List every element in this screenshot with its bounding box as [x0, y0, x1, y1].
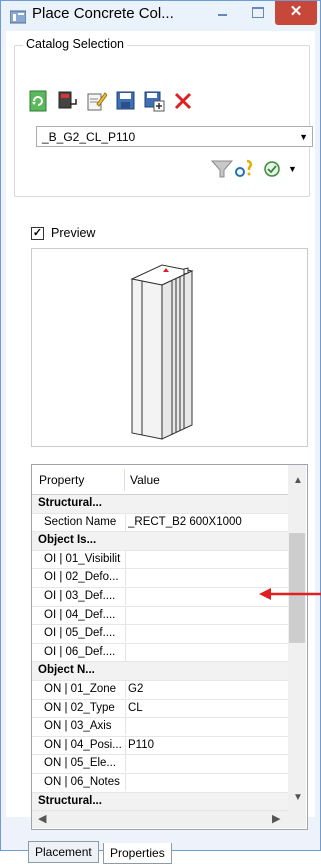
app-icon: [10, 10, 26, 24]
grid-category-row[interactable]: Structural...: [32, 495, 288, 514]
grid-category-row[interactable]: Object Is...: [32, 532, 288, 551]
close-button[interactable]: ✕: [275, 1, 317, 25]
row-property-value[interactable]: _RECT_B2 600X1000: [128, 516, 286, 528]
row-divider: [125, 587, 126, 605]
save-as-icon[interactable]: [143, 90, 165, 112]
scroll-right-icon[interactable]: ▶: [272, 812, 280, 825]
row-property-value[interactable]: G2: [128, 683, 286, 695]
row-property-name: OI | 04_Def....: [44, 608, 116, 621]
minimize-button[interactable]: [208, 1, 238, 23]
header-property[interactable]: Property: [39, 473, 84, 487]
row-divider: [125, 736, 126, 754]
grid-property-row[interactable]: OI | 05_Def....: [32, 625, 288, 644]
row-divider: [125, 513, 126, 531]
scroll-up-icon[interactable]: ▲: [293, 475, 303, 486]
grid-category-row[interactable]: Object N...: [32, 662, 288, 681]
row-property-name: ON | 04_Posi...: [44, 738, 122, 751]
row-divider: [125, 755, 126, 773]
grid-category-row[interactable]: Structural...: [32, 792, 288, 812]
catalog-selection-legend: Catalog Selection: [23, 37, 127, 51]
row-property-name: OI | 01_Visibilit: [44, 552, 121, 565]
tool-settings-panel: Catalog Selection _B_G2_CL_P110 ▼ ▼ ✓ Pr…: [6, 31, 315, 864]
tab-properties[interactable]: Properties: [103, 843, 172, 864]
maximize-button[interactable]: [243, 1, 273, 23]
place-concrete-column-window: Place Concrete Col... ✕ Catalog Selectio…: [0, 0, 321, 864]
vertical-scrollbar[interactable]: ▲ ▼: [288, 465, 306, 811]
grid-property-row[interactable]: ON | 04_Posi... P110: [32, 736, 288, 756]
scroll-left-icon[interactable]: ◀: [38, 812, 46, 825]
grid-property-row[interactable]: OI | 01_Visibilit: [32, 550, 288, 570]
preview-checkbox[interactable]: ✓: [31, 227, 44, 240]
row-property-name: Object Is...: [38, 534, 97, 547]
row-property-name: ON | 05_Ele...: [44, 757, 117, 770]
title-bar[interactable]: Place Concrete Col... ✕: [1, 1, 320, 31]
edit-catalog-icon[interactable]: [85, 90, 107, 112]
save-icon[interactable]: [115, 90, 137, 112]
grid-rows: Structural... Section Name _RECT_B2 600X10…: [32, 495, 288, 812]
row-property-name: ON | 02_Type: [44, 701, 115, 714]
row-property-name: ON | 03_Axis: [44, 720, 112, 733]
refresh-catalog-icon[interactable]: [28, 90, 50, 112]
row-property-name: OI | 02_Defo...: [44, 571, 119, 584]
row-property-name: OI | 05_Def....: [44, 627, 116, 640]
row-property-name: Structural...: [38, 497, 102, 509]
catalog-book-icon[interactable]: [57, 90, 79, 112]
catalog-selection-group: Catalog Selection _B_G2_CL_P110 ▼ ▼: [14, 37, 313, 197]
grid-property-row[interactable]: OI | 03_Def....: [32, 587, 288, 607]
query-icon[interactable]: [234, 159, 256, 179]
grid-property-row[interactable]: OI | 02_Defo...: [32, 569, 288, 588]
properties-grid[interactable]: Property Value Structural... Section Name…: [31, 464, 308, 830]
row-property-value[interactable]: P110: [128, 739, 286, 751]
grid-property-row[interactable]: OI | 04_Def....: [32, 606, 288, 626]
row-divider: [125, 718, 126, 736]
grid-property-row[interactable]: ON | 05_Ele...: [32, 755, 288, 774]
row-property-name: ON | 06_Notes: [44, 775, 120, 788]
horizontal-scrollbar[interactable]: ◀ ▶: [32, 811, 306, 828]
grid-property-row[interactable]: ON | 03_Axis: [32, 718, 288, 737]
grid-property-row[interactable]: ON | 01_Zone G2: [32, 680, 288, 700]
catalog-selected-value: _B_G2_CL_P110: [42, 130, 136, 144]
delete-icon[interactable]: [172, 90, 194, 112]
red-arrow-annotation: [259, 588, 321, 600]
row-divider: [125, 680, 126, 698]
grid-property-row[interactable]: Section Name _RECT_B2 600X1000: [32, 513, 288, 533]
grid-header: Property Value: [32, 465, 288, 495]
row-property-name: Object N...: [38, 664, 95, 677]
options-icon[interactable]: [262, 159, 284, 179]
row-divider: [125, 606, 126, 624]
preview-label: Preview: [51, 226, 96, 240]
preview-viewport: [31, 248, 308, 447]
row-divider: [125, 643, 126, 661]
options-dropdown-icon[interactable]: ▼: [288, 164, 297, 174]
scroll-down-icon[interactable]: ▼: [293, 792, 303, 803]
header-divider[interactable]: [124, 469, 125, 491]
window-title: Place Concrete Col...: [32, 5, 174, 22]
grid-property-row[interactable]: ON | 02_Type CL: [32, 699, 288, 719]
header-value[interactable]: Value: [130, 473, 160, 487]
row-property-value[interactable]: CL: [128, 702, 286, 714]
row-divider: [125, 569, 126, 587]
row-property-name: Section Name: [44, 515, 117, 528]
row-property-name: ON | 01_Zone: [44, 682, 117, 695]
row-divider: [125, 625, 126, 643]
row-divider: [125, 699, 126, 717]
column-preview-image: [130, 264, 194, 440]
row-property-name: Structural...: [38, 794, 102, 807]
catalog-type-dropdown[interactable]: _B_G2_CL_P110 ▼: [36, 126, 313, 147]
funnel-filter-icon[interactable]: [211, 159, 233, 179]
row-divider: [125, 773, 126, 791]
tab-placement[interactable]: Placement: [28, 841, 99, 863]
row-divider: [125, 550, 126, 568]
grid-property-row[interactable]: OI | 06_Def....: [32, 643, 288, 663]
row-property-name: OI | 06_Def....: [44, 645, 116, 658]
row-property-name: OI | 03_Def....: [44, 589, 116, 602]
grid-property-row[interactable]: ON | 06_Notes: [32, 773, 288, 793]
chevron-down-icon: ▼: [299, 132, 308, 142]
